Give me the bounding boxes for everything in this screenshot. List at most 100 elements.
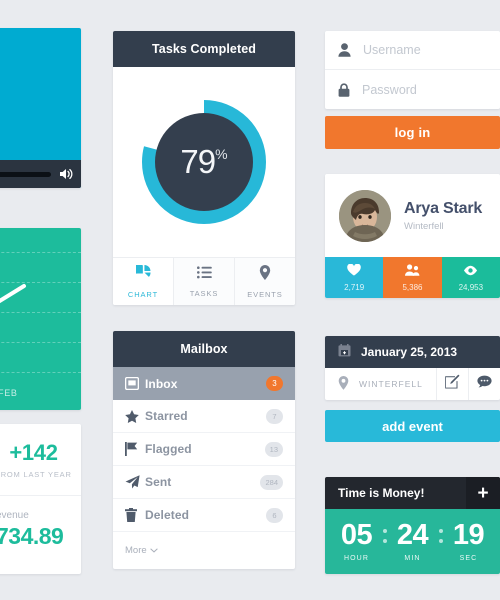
countdown-separator xyxy=(438,528,443,543)
event-card: January 25, 2013 WINTERFELL xyxy=(325,336,500,400)
inbox-icon xyxy=(125,377,145,390)
donut-center-label: 79 % xyxy=(155,113,253,211)
mailbox-item-label: Inbox xyxy=(145,376,178,391)
event-header: January 25, 2013 xyxy=(325,336,500,368)
event-body: WINTERFELL xyxy=(325,368,500,400)
mailbox-item-label: Deleted xyxy=(145,508,190,522)
login-button[interactable]: log in xyxy=(325,116,500,149)
donut-chart-container: 79 % xyxy=(113,67,295,257)
event-location-label: WINTERFELL xyxy=(359,379,423,389)
event-edit-button[interactable] xyxy=(435,368,468,400)
event-date: January 25, 2013 xyxy=(361,345,458,359)
mailbox-item-label: Starred xyxy=(145,409,188,423)
stats-delta-section: +142 FROM LAST YEAR xyxy=(0,424,81,496)
password-placeholder: Password xyxy=(362,82,417,97)
tab-chart-label: CHART xyxy=(127,289,159,299)
countdown-hour-label: HOUR xyxy=(343,555,369,562)
mailbox-more-button[interactable]: More xyxy=(113,532,295,569)
map-pin-icon xyxy=(338,376,349,392)
countdown-title: Time is Money! xyxy=(338,486,425,500)
sparkline xyxy=(0,284,26,304)
mailbox-item-badge: 7 xyxy=(266,408,283,424)
user-icon xyxy=(338,43,351,57)
tasks-percent-value: 79 xyxy=(180,143,216,180)
lock-icon xyxy=(338,82,350,97)
stats-revenue-value: 734.89 xyxy=(0,523,64,549)
stat-followers[interactable]: 5,386 xyxy=(383,257,442,298)
comment-icon xyxy=(477,375,492,393)
event-location[interactable]: WINTERFELL xyxy=(325,368,436,400)
flag-icon xyxy=(125,442,145,456)
tab-chart[interactable]: CHART xyxy=(113,258,174,305)
map-pin-icon xyxy=(259,264,271,285)
profile-stats-bar: 2,719 5,386 24,953 xyxy=(325,257,500,298)
mailbox-item-badge: 3 xyxy=(266,376,283,391)
countdown-body: 05 HOUR 24 MIN 19 SEC xyxy=(325,509,500,574)
stat-followers-value: 5,386 xyxy=(402,283,423,292)
username-placeholder: Username xyxy=(363,43,421,57)
stats-revenue-label: evenue xyxy=(0,510,29,521)
profile-text: Arya Stark Winterfell xyxy=(404,200,482,232)
trash-icon xyxy=(125,508,145,522)
mailbox-item-badge: 6 xyxy=(266,507,283,523)
mailbox-title: Mailbox xyxy=(113,331,295,367)
heart-icon xyxy=(347,263,361,281)
tasks-percent-symbol: % xyxy=(215,146,228,162)
countdown-separator xyxy=(382,528,387,543)
mailbox-card: Mailbox Inbox 3 Starred 7 Flagged 13 Sen… xyxy=(113,331,295,569)
countdown-header: Time is Money! + xyxy=(325,477,500,509)
video-controls-bar[interactable] xyxy=(0,160,81,188)
volume-icon[interactable] xyxy=(58,167,74,181)
username-field[interactable]: Username xyxy=(325,31,500,70)
countdown-sec-label: SEC xyxy=(459,555,478,562)
mailbox-item-inbox[interactable]: Inbox 3 xyxy=(113,367,295,400)
calendar-icon xyxy=(338,344,351,360)
stat-likes-value: 2,719 xyxy=(344,283,365,292)
mailbox-item-flagged[interactable]: Flagged 13 xyxy=(113,433,295,466)
tasks-tab-bar[interactable]: CHART TASKS EVENTS xyxy=(113,257,295,305)
countdown-add-button[interactable]: + xyxy=(466,477,500,509)
trend-month-label: FEB xyxy=(0,388,18,398)
trend-chart-card: FEB xyxy=(0,228,81,410)
mailbox-item-deleted[interactable]: Deleted 6 xyxy=(113,499,295,532)
countdown-min-value: 24 xyxy=(396,519,429,551)
mailbox-item-label: Flagged xyxy=(145,442,192,456)
countdown-min: 24 MIN xyxy=(389,519,437,563)
star-icon xyxy=(125,409,145,423)
users-icon xyxy=(404,263,420,281)
mailbox-item-sent[interactable]: Sent 284 xyxy=(113,466,295,499)
mailbox-item-badge: 284 xyxy=(260,474,283,490)
stats-delta-caption: FROM LAST YEAR xyxy=(0,470,72,479)
tab-tasks[interactable]: TASKS xyxy=(174,258,235,305)
password-field[interactable]: Password xyxy=(325,70,500,109)
mailbox-item-badge: 13 xyxy=(264,441,283,457)
tab-events-label: EVENTS xyxy=(247,289,283,299)
edit-icon xyxy=(445,374,460,394)
tab-events[interactable]: EVENTS xyxy=(235,258,295,305)
stat-views-value: 24,953 xyxy=(458,283,484,292)
avatar xyxy=(339,189,391,242)
list-icon xyxy=(196,265,212,284)
countdown-card: Time is Money! + 05 HOUR 24 MIN 19 SEC xyxy=(325,477,500,574)
stat-likes[interactable]: 2,719 xyxy=(325,257,384,298)
profile-name: Arya Stark xyxy=(404,199,483,217)
tasks-card-title: Tasks Completed xyxy=(113,31,295,67)
login-card: Username Password xyxy=(325,31,500,109)
stat-views[interactable]: 24,953 xyxy=(441,257,500,298)
mailbox-item-starred[interactable]: Starred 7 xyxy=(113,400,295,433)
tab-tasks-label: TASKS xyxy=(189,288,219,298)
countdown-sec-value: 19 xyxy=(452,519,485,551)
event-comment-button[interactable] xyxy=(467,368,500,400)
profile-header: Arya Stark Winterfell xyxy=(325,174,500,257)
donut-chart: 79 % xyxy=(142,100,266,224)
paper-plane-icon xyxy=(125,475,145,489)
mailbox-item-label: Sent xyxy=(145,475,172,489)
video-progress-bar[interactable] xyxy=(0,171,51,177)
video-player-card[interactable] xyxy=(0,28,81,188)
tasks-completed-card: Tasks Completed 79 % CHART TASKS EVENTS xyxy=(113,31,295,305)
add-event-button[interactable]: add event xyxy=(325,410,500,442)
dashboard-ui-kit: FEB +142 FROM LAST YEAR evenue 734.89 Ta… xyxy=(0,0,500,600)
countdown-hour-value: 05 xyxy=(340,519,373,551)
pie-chart-icon xyxy=(130,260,151,285)
mailbox-more-label: More xyxy=(125,545,147,556)
